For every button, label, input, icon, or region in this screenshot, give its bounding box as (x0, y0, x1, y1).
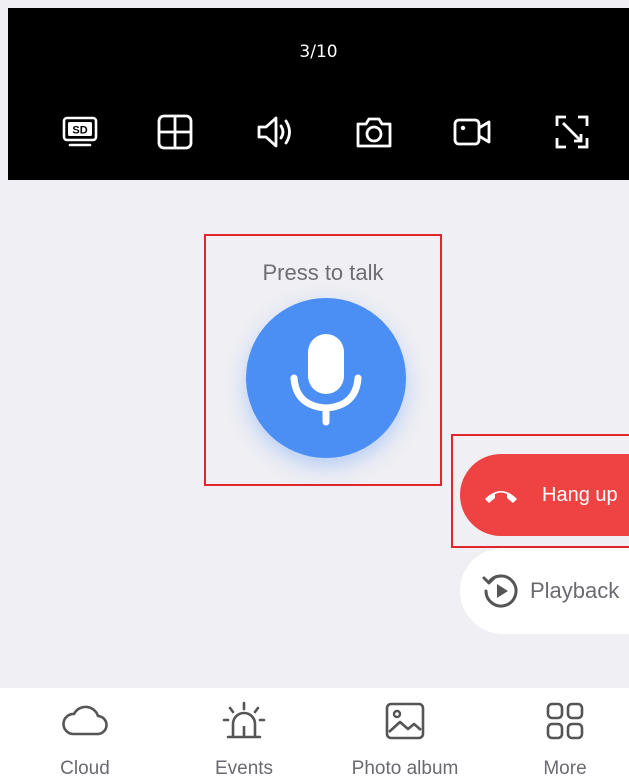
phone-hangup-icon (482, 485, 520, 505)
nav-photo-album[interactable]: Photo album (340, 688, 470, 780)
video-control-bar: 3/10 SD (8, 8, 629, 180)
camera-snapshot-icon (356, 117, 392, 148)
press-to-talk-button[interactable] (246, 298, 406, 458)
nav-more-label: More (543, 758, 587, 779)
nav-events-label: Events (214, 758, 274, 779)
playback-label: Playback (530, 578, 620, 603)
sd-quality-button[interactable]: SD (56, 108, 104, 156)
record-button[interactable] (448, 108, 496, 156)
playback-icon (480, 570, 522, 612)
press-to-talk-label: Press to talk (262, 260, 384, 285)
photo-album-icon (383, 700, 427, 742)
grid-layout-icon (157, 114, 193, 150)
fullscreen-button[interactable] (548, 108, 596, 156)
speaker-button[interactable] (251, 108, 299, 156)
nav-events[interactable]: Events (199, 688, 289, 780)
video-record-icon (453, 118, 491, 146)
fullscreen-icon (555, 115, 589, 149)
page-counter: 3/10 (299, 42, 338, 62)
sd-badge-text: SD (72, 125, 87, 137)
hang-up-label: Hang up (542, 483, 618, 506)
more-grid-icon (543, 700, 587, 742)
press-to-talk-panel: Press to talk (204, 234, 442, 486)
sd-quality-icon: SD (62, 116, 98, 147)
alarm-light-icon (220, 700, 268, 742)
nav-more[interactable]: More (520, 688, 610, 780)
microphone-icon (290, 334, 362, 426)
nav-cloud-label: Cloud (60, 758, 110, 779)
cloud-icon (61, 700, 109, 740)
nav-photo-album-label: Photo album (351, 758, 459, 779)
snapshot-button[interactable] (350, 108, 398, 156)
grid-layout-button[interactable] (151, 108, 199, 156)
speaker-icon (257, 116, 291, 148)
hang-up-button[interactable]: Hang up (460, 454, 629, 536)
bottom-navigation: Cloud Events Photo album More (0, 688, 629, 780)
nav-cloud[interactable]: Cloud (40, 688, 130, 780)
playback-button[interactable]: Playback (460, 548, 629, 634)
